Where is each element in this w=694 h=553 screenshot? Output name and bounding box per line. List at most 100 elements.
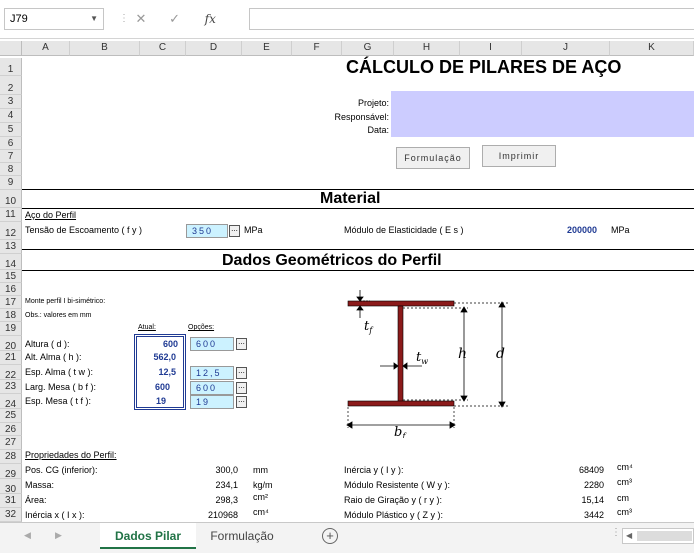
opcoes-header: Opções:	[188, 324, 215, 331]
propriedades-heading: Propriedades do Perfil:	[25, 450, 117, 460]
enter-icon[interactable]: ✓	[160, 8, 190, 30]
row-header-28[interactable]: 28	[0, 450, 22, 464]
tab-scroll-right-icon[interactable]: ▶	[55, 530, 62, 541]
column-header-g[interactable]: G	[342, 41, 394, 56]
modulo-elasticidade-unit: MPa	[611, 225, 630, 235]
sheet-tab-bar: ◀ ▶ Dados Pilar Formulação + ⋮ ◀	[0, 522, 694, 553]
prop-unit: mm	[253, 465, 268, 475]
column-header-d[interactable]: D	[186, 41, 242, 56]
scroll-left-icon[interactable]: ◀	[626, 531, 632, 540]
row-header-5[interactable]: 5	[0, 123, 22, 137]
column-header-h[interactable]: H	[394, 41, 460, 56]
row-header-15[interactable]: 15	[0, 270, 22, 283]
atual-header: Atual:	[138, 324, 156, 331]
altura-label: Altura ( d ):	[25, 339, 70, 349]
d-label: d	[496, 346, 505, 362]
prop-value: 234,1	[215, 480, 238, 490]
prop-value: 300,0	[215, 465, 238, 475]
tw-label: tw	[416, 350, 428, 366]
row-header-4[interactable]: 4	[0, 109, 22, 123]
row-header-20[interactable]: 20	[0, 336, 22, 352]
larg-mesa-select[interactable]: 600	[190, 381, 234, 395]
row-header-17[interactable]: 17	[0, 296, 22, 309]
prop-unit: cm	[617, 493, 629, 503]
tensao-input[interactable]: 350	[186, 224, 228, 238]
row-header-32[interactable]: 32	[0, 508, 22, 522]
chevron-down-icon[interactable]: ▼	[90, 9, 98, 29]
row-header-8[interactable]: 8	[0, 163, 22, 176]
row-header-27[interactable]: 27	[0, 436, 22, 450]
imprimir-button[interactable]: Imprimir	[482, 145, 556, 167]
row-header-9[interactable]: 9	[0, 176, 22, 190]
tensao-options-button[interactable]: ...	[229, 225, 240, 237]
row-header-12[interactable]: 12	[0, 222, 22, 240]
column-header-a[interactable]: A	[22, 41, 70, 56]
prop-unit: cm²	[253, 492, 268, 502]
row-header-13[interactable]: 13	[0, 240, 22, 254]
row-header-18[interactable]: 18	[0, 309, 22, 322]
row-header-24[interactable]: 24	[0, 394, 22, 410]
column-header-f[interactable]: F	[292, 41, 342, 56]
altura-options-button[interactable]: ...	[236, 338, 247, 350]
row-header-30[interactable]: 30	[0, 479, 22, 495]
prop-label: Área:	[25, 495, 47, 505]
project-info-input[interactable]	[391, 91, 694, 137]
esp-mesa-options-button[interactable]: ...	[236, 396, 247, 408]
row-header-29[interactable]: 29	[0, 464, 22, 480]
esp-mesa-select[interactable]: 19	[190, 395, 234, 409]
data-label: Data:	[367, 125, 389, 135]
column-header-i[interactable]: I	[460, 41, 522, 56]
row-header-7[interactable]: 7	[0, 150, 22, 163]
column-header-k[interactable]: K	[610, 41, 694, 56]
larg-mesa-options-button[interactable]: ...	[236, 382, 247, 394]
row-header-23[interactable]: 23	[0, 380, 22, 394]
add-sheet-icon[interactable]: +	[322, 528, 338, 544]
esp-alma-select[interactable]: 12,5	[190, 366, 234, 380]
tab-dados-pilar[interactable]: Dados Pilar	[100, 523, 196, 549]
altura-select[interactable]: 600	[190, 337, 234, 351]
cancel-icon[interactable]: ✕	[126, 8, 156, 30]
row-header-11[interactable]: 11	[0, 208, 22, 222]
row-header-31[interactable]: 31	[0, 494, 22, 508]
row-header-6[interactable]: 6	[0, 137, 22, 150]
prop-unit: cm³	[617, 477, 632, 487]
row-header-25[interactable]: 25	[0, 409, 22, 423]
dados-geometricos-heading: Dados Geométricos do Perfil	[222, 252, 442, 269]
row-header-22[interactable]: 22	[0, 365, 22, 381]
prop-unit: kg/m	[253, 480, 273, 490]
row-header-2[interactable]: 2	[0, 76, 22, 95]
row-header-16[interactable]: 16	[0, 283, 22, 296]
material-heading: Material	[320, 190, 381, 207]
esp-mesa-label: Esp. Mesa ( t f ):	[25, 396, 92, 406]
prop-label: Inércia x ( I x ):	[25, 510, 85, 520]
bf-label: bf	[394, 425, 407, 438]
column-header-c[interactable]: C	[140, 41, 186, 56]
column-header-e[interactable]: E	[242, 41, 292, 56]
column-header-j[interactable]: J	[522, 41, 610, 56]
row-header-3[interactable]: 3	[0, 95, 22, 109]
projeto-label: Projeto:	[357, 98, 389, 108]
column-header-b[interactable]: B	[70, 41, 140, 56]
insert-function-icon[interactable]: fx	[193, 8, 227, 30]
row-header-1[interactable]: 1	[0, 58, 22, 76]
tab-formulacao[interactable]: Formulação	[196, 523, 288, 549]
select-all-corner[interactable]	[0, 41, 22, 56]
row-header-21[interactable]: 21	[0, 351, 22, 365]
divider	[22, 270, 694, 271]
scroll-thumb[interactable]	[637, 531, 692, 541]
divider	[22, 208, 694, 209]
row-header-19[interactable]: 19	[0, 322, 22, 336]
row-header-14[interactable]: 14	[0, 254, 22, 270]
prop-value: 3442	[583, 510, 604, 520]
formulacao-button[interactable]: Formulação	[396, 147, 470, 169]
horizontal-scrollbar[interactable]: ◀	[622, 528, 694, 544]
prop-unit: cm³	[617, 507, 632, 517]
alt-alma-label: Alt. Alma ( h ):	[25, 352, 82, 362]
aco-do-perfil-label: Aço do Perfil	[25, 210, 77, 220]
row-header-26[interactable]: 26	[0, 423, 22, 436]
formula-input[interactable]	[249, 8, 694, 30]
row-header-10[interactable]: 10	[0, 190, 22, 208]
esp-alma-options-button[interactable]: ...	[236, 367, 247, 379]
tab-scroll-left-icon[interactable]: ◀	[24, 530, 31, 541]
name-box[interactable]: J79 ▼	[4, 8, 104, 30]
